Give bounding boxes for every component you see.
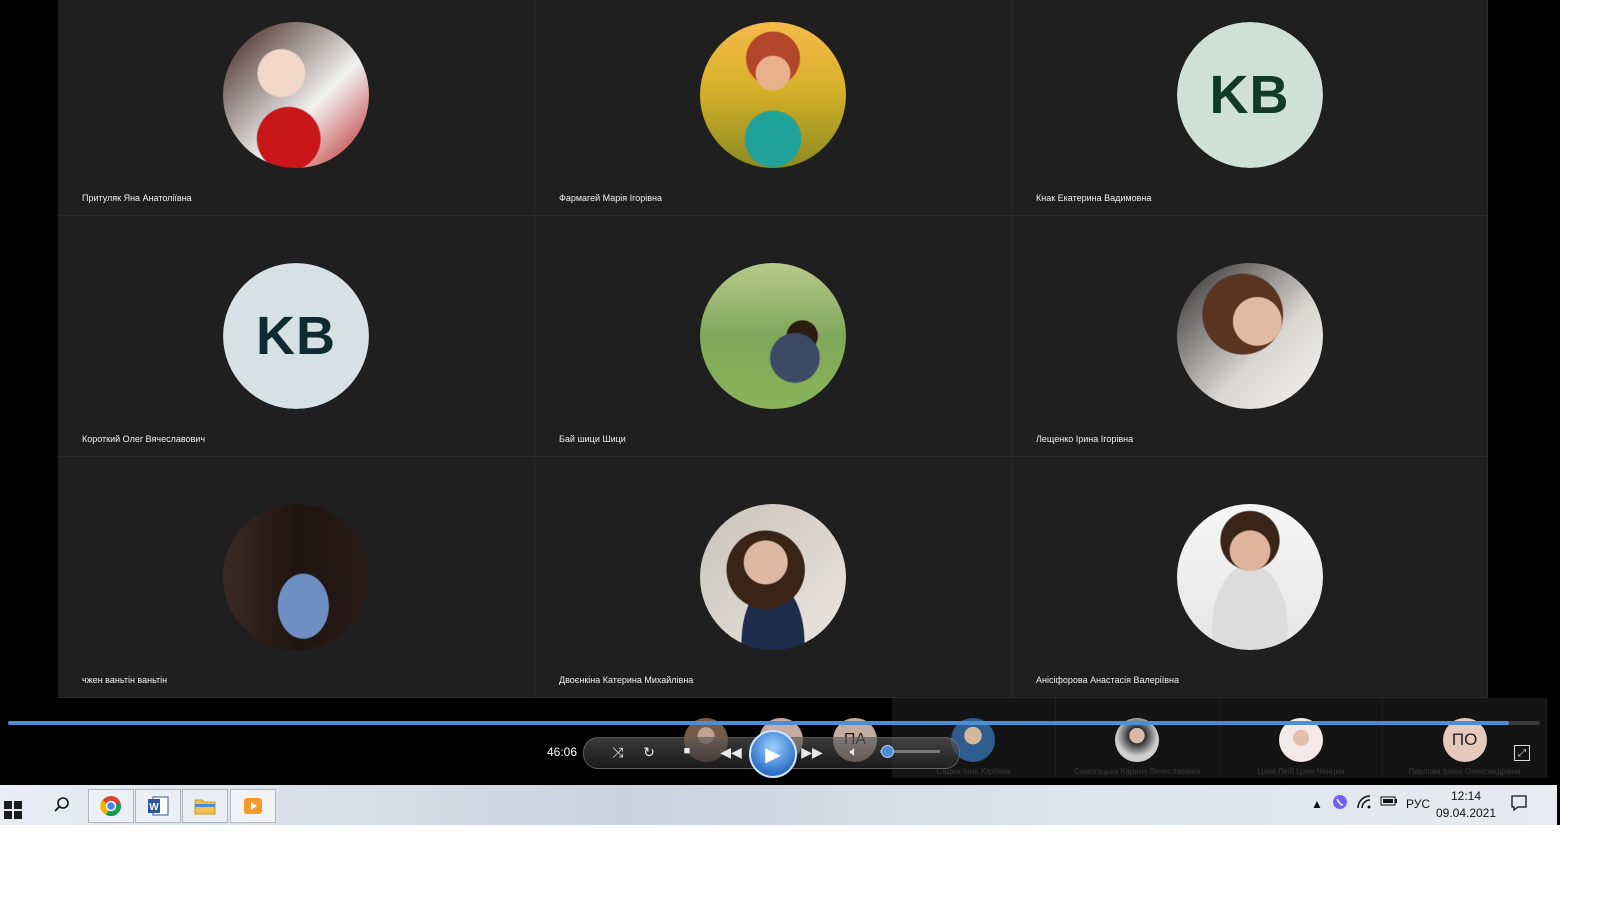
fullscreen-icon[interactable]: ⤢	[1514, 745, 1530, 761]
start-icon	[4, 801, 22, 819]
participant-name: Анісіфорова Анастасія Валеріївна	[1036, 675, 1179, 685]
participant-tile[interactable]: Притуляк Яна Анатоліївна	[58, 0, 535, 216]
search-icon	[54, 797, 69, 812]
participant-initials: KB	[1176, 22, 1323, 168]
participant-tile[interactable]: Фармагей Марія Ігорівна	[535, 0, 1012, 216]
participant-avatar	[1176, 263, 1323, 409]
participant-avatar	[223, 22, 369, 168]
participant-tile[interactable]: Лещенко Ірина Ігорівна	[1012, 216, 1488, 457]
search-button[interactable]	[40, 789, 84, 821]
participant-name: Лещенко Ірина Ігорівна	[1036, 434, 1134, 444]
battery-icon[interactable]	[1380, 794, 1398, 811]
participant-grid: Притуляк Яна Анатоліївна Фармагей Марія …	[58, 0, 1488, 698]
taskbar: W ▲ РУС	[0, 785, 1557, 825]
participant-name: Двоєнкіна Катерина Михайлівна	[559, 675, 694, 685]
word-taskbar-button[interactable]: W	[135, 789, 181, 823]
seek-progress	[8, 721, 1510, 725]
viber-icon[interactable]	[1332, 794, 1348, 813]
participant-avatar	[700, 263, 846, 409]
participant-avatar	[1176, 504, 1323, 650]
participant-name: чжен ваньтін ваньтін	[82, 675, 168, 685]
participant-name: Кнак Екатерина Вадимовна	[1036, 193, 1152, 203]
participant-avatar: KB	[223, 263, 369, 409]
seek-bar[interactable]	[8, 721, 1540, 725]
media-player-taskbar-button[interactable]	[230, 789, 276, 823]
svg-text:W: W	[149, 802, 159, 813]
strip-participant[interactable]: Цзен Лиій Цзен Ченцин	[1220, 698, 1384, 778]
participant-avatar	[700, 504, 846, 650]
notifications-icon[interactable]	[1510, 794, 1528, 815]
play-button[interactable]: ▶	[749, 730, 797, 778]
explorer-taskbar-button[interactable]	[182, 789, 228, 823]
strip-participant-name: Павлова Ірина Олександрівна	[1408, 767, 1521, 776]
participant-name: Притуляк Яна Анатоліївна	[82, 193, 192, 203]
file-explorer-icon	[194, 799, 216, 815]
media-player-icon	[244, 798, 262, 814]
participant-name: Фармагей Марія Ігорівна	[559, 193, 662, 203]
strip-participant-name: Цзен Лиій Цзен Ченцин	[1257, 767, 1345, 776]
participant-tile[interactable]: KB Короткий Олег Вячеславович	[58, 216, 535, 457]
stop-icon[interactable]: ■	[681, 745, 693, 757]
elapsed-time: 46:06	[547, 745, 578, 759]
repeat-icon[interactable]: ↻	[641, 744, 657, 760]
fast-forward-icon[interactable]: ▶▶	[801, 743, 823, 761]
play-icon: ▶	[765, 743, 781, 766]
strip-participant[interactable]: ПО Павлова Ірина Олександрівна	[1383, 698, 1547, 778]
volume-knob[interactable]	[881, 745, 894, 758]
participant-strip: Сацюк Інна Юріївна Самогацька Карина Вяч…	[892, 698, 1547, 778]
participant-tile[interactable]: чжен ваньтін ваньтін	[58, 457, 535, 698]
rewind-icon[interactable]: ◀◀	[720, 743, 742, 761]
participant-avatar	[700, 22, 846, 168]
volume-icon[interactable]: 🔈︎	[846, 743, 862, 759]
start-button[interactable]	[0, 789, 44, 821]
shuffle-icon[interactable]: ⤨	[610, 744, 626, 760]
participant-initials: KB	[223, 263, 369, 409]
clock-time: 12:14	[1450, 789, 1482, 803]
video-frame: Притуляк Яна Анатоліївна Фармагей Марія …	[0, 0, 1560, 825]
participant-tile[interactable]: Двоєнкіна Катерина Михайлівна	[535, 457, 1012, 698]
clock-date: 09.04.2021	[1435, 806, 1497, 820]
participant-avatar	[223, 504, 369, 650]
taskbar-clock[interactable]: 12:14 09.04.2021	[1430, 788, 1502, 822]
word-icon: W	[148, 796, 169, 816]
strip-participant-name: Самогацька Карина Вячеславівна	[1074, 767, 1201, 776]
language-indicator[interactable]: РУС	[1406, 797, 1430, 811]
wifi-icon[interactable]	[1356, 794, 1374, 813]
strip-initials: ПО	[1451, 730, 1478, 749]
chrome-taskbar-button[interactable]	[88, 789, 134, 823]
chrome-icon	[100, 796, 122, 817]
participant-tile[interactable]: Бай шици Шици	[535, 216, 1012, 457]
participant-name: Бай шици Шици	[559, 434, 626, 444]
participant-tile[interactable]: Анісіфорова Анастасія Валеріївна	[1012, 457, 1488, 698]
show-hidden-icons[interactable]: ▲	[1311, 797, 1323, 811]
participant-name: Короткий Олег Вячеславович	[82, 434, 206, 444]
participant-tile[interactable]: KB Кнак Екатерина Вадимовна	[1012, 0, 1488, 216]
strip-participant[interactable]: Самогацька Карина Вячеславівна	[1056, 698, 1220, 778]
participant-avatar: KB	[1176, 22, 1323, 168]
